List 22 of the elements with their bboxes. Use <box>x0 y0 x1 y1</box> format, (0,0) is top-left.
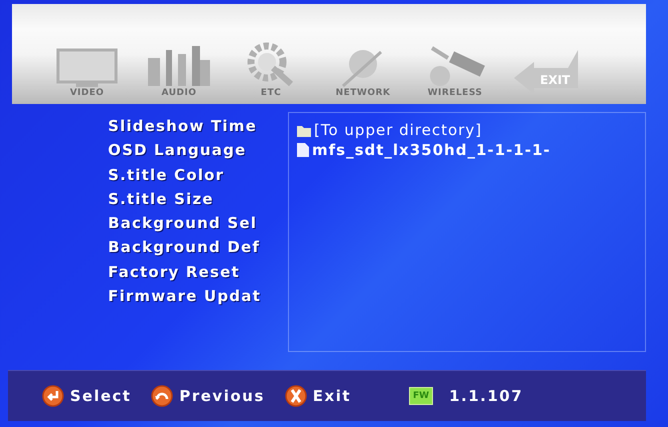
key-hint: Select <box>70 387 132 405</box>
menu-item[interactable]: S.title Size <box>108 186 280 212</box>
menu-item[interactable]: Firmware Updat <box>108 284 280 308</box>
file-item[interactable]: mfs_sdt_lx350hd_1-1-1-1- <box>312 141 551 159</box>
menu-item[interactable]: S.title Color <box>108 162 280 187</box>
exit-icon <box>284 385 307 407</box>
menu-item[interactable]: Background Def <box>108 235 280 260</box>
speakers-icon <box>146 46 212 88</box>
file-icon <box>297 143 309 157</box>
enter-icon <box>42 385 64 407</box>
firmware-badge: FW <box>409 387 434 405</box>
menu-item[interactable]: Background Sel <box>108 211 280 236</box>
key-hint: Exit <box>312 387 351 405</box>
tv-icon <box>56 48 118 88</box>
file-item[interactable]: [To upper directory] <box>314 121 482 139</box>
key-hint: Previous <box>179 387 265 405</box>
undo-icon <box>151 385 174 407</box>
menu-item[interactable]: Slideshow Time <box>108 114 280 138</box>
menu-item[interactable]: Factory Reset <box>108 260 280 284</box>
folder-icon <box>297 124 311 136</box>
menu-item[interactable]: OSD Language <box>108 138 280 163</box>
firmware-version: 1.1.107 <box>449 387 524 405</box>
